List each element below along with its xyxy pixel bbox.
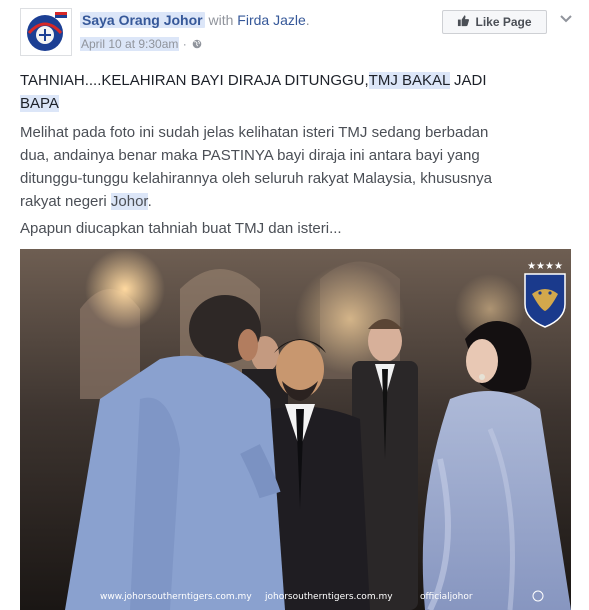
thumbs-up-icon [457,14,470,30]
post-author-line: Saya Orang Johor with Firda Jazle. [80,12,310,28]
like-page-button[interactable]: Like Page [442,10,547,34]
post-meta: April 10 at 9:30am · [80,37,202,51]
body-line-1: Melihat pada foto ini sudah jelas keliha… [20,124,489,141]
watermark-website-1: www.johorsoutherntigers.com.my [100,592,252,602]
headline-highlight-tmj[interactable]: TMJ BAKAL [368,72,450,89]
body-period: . [147,193,152,210]
page-avatar-logo[interactable] [20,8,72,56]
crest-stars: ★★★★ [527,261,563,272]
watermark-website-2: johorsoutherntigers.com.my [264,592,393,602]
body-line-3: ditunggu-tunggu kelahirannya oleh seluru… [20,170,492,187]
headline-line-1: TAHNIAH....KELAHIRAN BAYI DIRAJA DITUNGG… [20,72,487,89]
tagged-user-link[interactable]: Firda Jazle [237,12,305,28]
facebook-post: Saya Orang Johor with Firda Jazle. April… [0,0,589,610]
post-photo[interactable]: ★★★★ www.johorsoutherntigers.com.my joho… [20,249,571,610]
tagged-user-period: . [305,12,310,28]
with-text: with [208,12,234,28]
jdt-crest-logo: ★★★★ [524,261,566,328]
page-name-link[interactable]: Saya Orang Johor [80,12,205,28]
headline-text-jadi: JADI [449,72,487,89]
post-timestamp[interactable]: April 10 at 9:30am [80,37,180,51]
chevron-down-icon[interactable] [559,12,573,24]
meta-separator: · [182,37,187,51]
watermark-official: officialjohor [420,592,473,602]
body-line-5: Apapun diucapkan tahniah buat TMJ dan is… [20,220,342,237]
headline-text: TAHNIAH....KELAHIRAN BAYI DIRAJA DITUNGG… [20,72,369,89]
headline-highlight-bapa[interactable]: BAPA [20,95,59,112]
globe-icon [192,38,202,49]
headline-line-2: BAPA [20,95,59,112]
like-page-label: Like Page [475,15,532,29]
body-highlight-johor[interactable]: Johor [110,193,148,210]
body-text: rakyat negeri [20,193,111,210]
body-line-4: rakyat negeri Johor. [20,193,152,210]
body-line-2: dua, andainya benar maka PASTINYA bayi d… [20,147,480,164]
